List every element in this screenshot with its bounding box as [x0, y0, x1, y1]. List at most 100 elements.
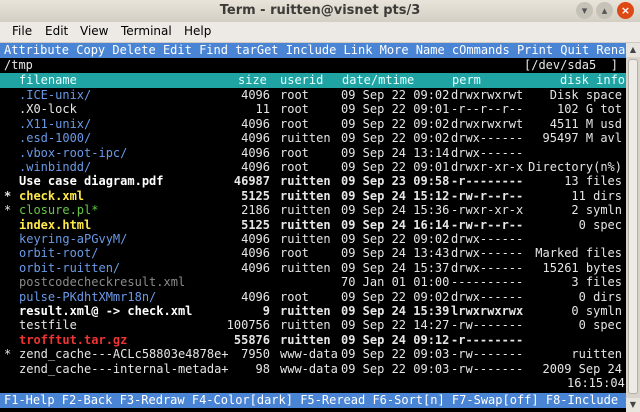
path-line: /tmp [/dev/sda5 ] — [4, 58, 626, 73]
file-row[interactable]: orbit-ruitten/4096 ruitten 09 Sep 24 15:37… — [4, 261, 626, 276]
menu-terminal[interactable]: Terminal — [121, 24, 172, 38]
file-owner: ruitten — [280, 188, 331, 203]
menu-help[interactable]: Help — [184, 24, 211, 38]
file-name: index.html — [19, 217, 92, 232]
menu-file[interactable]: File — [12, 24, 32, 38]
disk-info: 0 spec — [578, 318, 622, 333]
file-perm: -r--r--r-- — [451, 102, 524, 117]
command-bar-text[interactable]: Attribute Copy Delete Edit Find tarGet I… — [4, 43, 640, 58]
minimize-icon[interactable]: ▾ — [576, 2, 593, 19]
file-date: 09 Sep 22 14:27 — [341, 318, 450, 333]
file-row[interactable]: keyring-aPGvyM/4096 ruitten 09 Sep 22 09:0… — [4, 232, 626, 247]
file-row[interactable]: .vbox-root-ipc/4096 root 09 Sep 24 13:14 dr… — [4, 146, 626, 161]
file-row[interactable]: .X11-unix/4096 root 09 Sep 22 09:02 drwxrwx… — [4, 117, 626, 132]
file-name: .winbindd/ — [19, 160, 92, 174]
file-perm: -r-------- — [451, 332, 524, 347]
file-owner: www-data — [280, 361, 338, 376]
disk-info: 0 spec — [578, 217, 622, 232]
file-row[interactable]: trofftut.tar.gz 55876 ruitten 09 Sep 24 09:… — [4, 333, 626, 348]
file-row[interactable]: index.html 5125 ruitten 09 Sep 24 16:14 -rw-… — [4, 218, 626, 233]
file-row[interactable]: zend_cache---internal-metada+ 98 www-data 0… — [4, 362, 626, 377]
menu-view[interactable]: View — [80, 24, 108, 38]
file-row[interactable]: .esd-1000/4096 ruitten 09 Sep 22 09:02 drwx… — [4, 131, 626, 146]
device-label: [/dev/sda5 ] — [524, 58, 618, 72]
file-perm: -rwxr-xr-x — [451, 203, 524, 218]
file-row[interactable]: * closure.pl* 2186 ruitten 09 Sep 24 15:36 -r… — [4, 203, 626, 218]
tag-marker: * — [4, 347, 12, 362]
file-size: 5125 — [241, 188, 270, 203]
file-row[interactable]: .X0-lock 11 root 09 Sep 22 09:01 -r--r--r-- 1… — [4, 102, 626, 117]
close-icon[interactable]: × — [617, 2, 634, 19]
file-date: 09 Sep 24 15:12 — [341, 188, 450, 203]
file-size: 4096 — [241, 246, 270, 261]
file-row[interactable]: * zend_cache---ACLc58803e4878e+ 7950 www-da… — [4, 347, 626, 362]
file-size: 4096 — [241, 145, 270, 160]
header-date[interactable]: date/mtime — [342, 73, 414, 88]
file-size: 11 — [255, 102, 270, 117]
scrollbar-thumb[interactable] — [628, 59, 638, 394]
title-bar[interactable]: Term - ruitten@visnet pts/3 ▾ ▴ × — [0, 0, 640, 23]
file-perm: lrwxrwxrwx — [451, 304, 524, 318]
scroll-up-icon[interactable]: ▲ — [626, 43, 640, 57]
header-userid[interactable]: userid — [280, 73, 323, 88]
file-date: 09 Sep 24 13:43 — [341, 246, 450, 261]
disk-info: 11 dirs — [571, 188, 622, 203]
function-key-bar[interactable]: F1-Help F2-Back F3-Redraw F4-Color[dark]… — [0, 393, 633, 408]
file-perm: -rw------- — [451, 318, 524, 333]
file-owner: ruitten — [280, 260, 331, 275]
file-row[interactable]: .ICE-unix/4096 root 09 Sep 22 09:02 drwxrwx… — [4, 88, 626, 103]
disk-info: 4511 M usd — [549, 116, 622, 131]
file-size: 46987 — [233, 174, 270, 189]
file-owner: ruitten — [280, 217, 331, 232]
file-owner: www-data — [280, 347, 338, 362]
file-perm: drwx------ — [451, 232, 524, 246]
scrollbar[interactable]: ▲ ▼ — [626, 43, 640, 412]
file-name: pulse-PKdhtXMmr18n/ — [19, 289, 157, 304]
file-size: 7950 — [241, 347, 270, 362]
file-row[interactable]: orbit-root/4096 root 09 Sep 24 13:43 drwx--… — [4, 246, 626, 261]
file-perm: -r-------- — [451, 174, 524, 189]
header-filename[interactable]: filename — [19, 73, 77, 88]
function-key-text[interactable]: F1-Help F2-Back F3-Redraw F4-Color[dark]… — [4, 393, 633, 408]
menu-edit[interactable]: Edit — [45, 24, 68, 38]
disk-info: 0 symln — [571, 304, 622, 318]
file-name: orbit-root/ — [19, 246, 99, 261]
file-name: .ICE-unix/ — [19, 88, 92, 102]
file-name: zend_cache---ACLc58803e4878e+ — [19, 347, 229, 362]
file-size: 4096 — [241, 131, 270, 146]
file-row[interactable]: pulse-PKdhtXMmr18n/4096 root 09 Sep 22 09:… — [4, 290, 626, 305]
file-owner: root — [280, 246, 309, 261]
file-name: postcodecheckresult.xml — [19, 275, 186, 290]
file-size: 4096 — [241, 260, 270, 275]
file-date: 09 Sep 23 09:58 — [341, 174, 450, 189]
file-date: 09 Sep 24 15:37 — [341, 260, 450, 275]
file-name: check.xml — [19, 188, 85, 203]
file-row[interactable]: testfile 100756 ruitten 09 Sep 22 14:27 -rw-… — [4, 318, 626, 333]
disk-info: Disk space — [549, 88, 622, 102]
scroll-down-icon[interactable]: ▼ — [626, 398, 640, 412]
file-row[interactable]: Use case diagram.pdf 46987 ruitten 09 Sep 2… — [4, 174, 626, 189]
file-row[interactable]: * check.xml 5125 ruitten 09 Sep 24 15:12 -rw-… — [4, 189, 626, 204]
file-perm: -rw-r--r-- — [451, 217, 524, 232]
terminal-area[interactable]: Attribute Copy Delete Edit Find tarGet I… — [0, 43, 640, 412]
header-size[interactable]: size — [238, 73, 267, 88]
maximize-icon[interactable]: ▴ — [596, 2, 613, 19]
file-size: 4096 — [241, 232, 270, 246]
file-name: .esd-1000/ — [19, 131, 92, 146]
file-date: 09 Sep 24 09:12 — [341, 332, 450, 347]
file-name: .vbox-root-ipc/ — [19, 145, 128, 160]
file-date: 09 Sep 22 09:02 — [341, 88, 450, 102]
file-owner: root — [280, 102, 309, 117]
file-row[interactable]: .winbindd/4096 root 09 Sep 22 09:01 drwxr-x… — [4, 160, 626, 175]
file-owner: root — [280, 88, 309, 102]
file-name: .X0-lock — [19, 102, 77, 117]
file-size: 4096 — [241, 160, 270, 174]
file-owner: ruitten — [280, 174, 331, 189]
clock: 16:15:04 — [567, 376, 625, 390]
file-perm: drwx------ — [451, 145, 524, 160]
command-bar[interactable]: Attribute Copy Delete Edit Find tarGet I… — [0, 43, 640, 58]
file-row[interactable]: postcodecheckresult.xml 70 Jan 01 01:00 --… — [4, 275, 626, 290]
file-size: 4096 — [241, 289, 270, 304]
header-perm[interactable]: perm — [452, 73, 481, 88]
file-row[interactable]: result.xml@ -> check.xml 9 ruitten 09 Sep 2… — [4, 304, 626, 319]
